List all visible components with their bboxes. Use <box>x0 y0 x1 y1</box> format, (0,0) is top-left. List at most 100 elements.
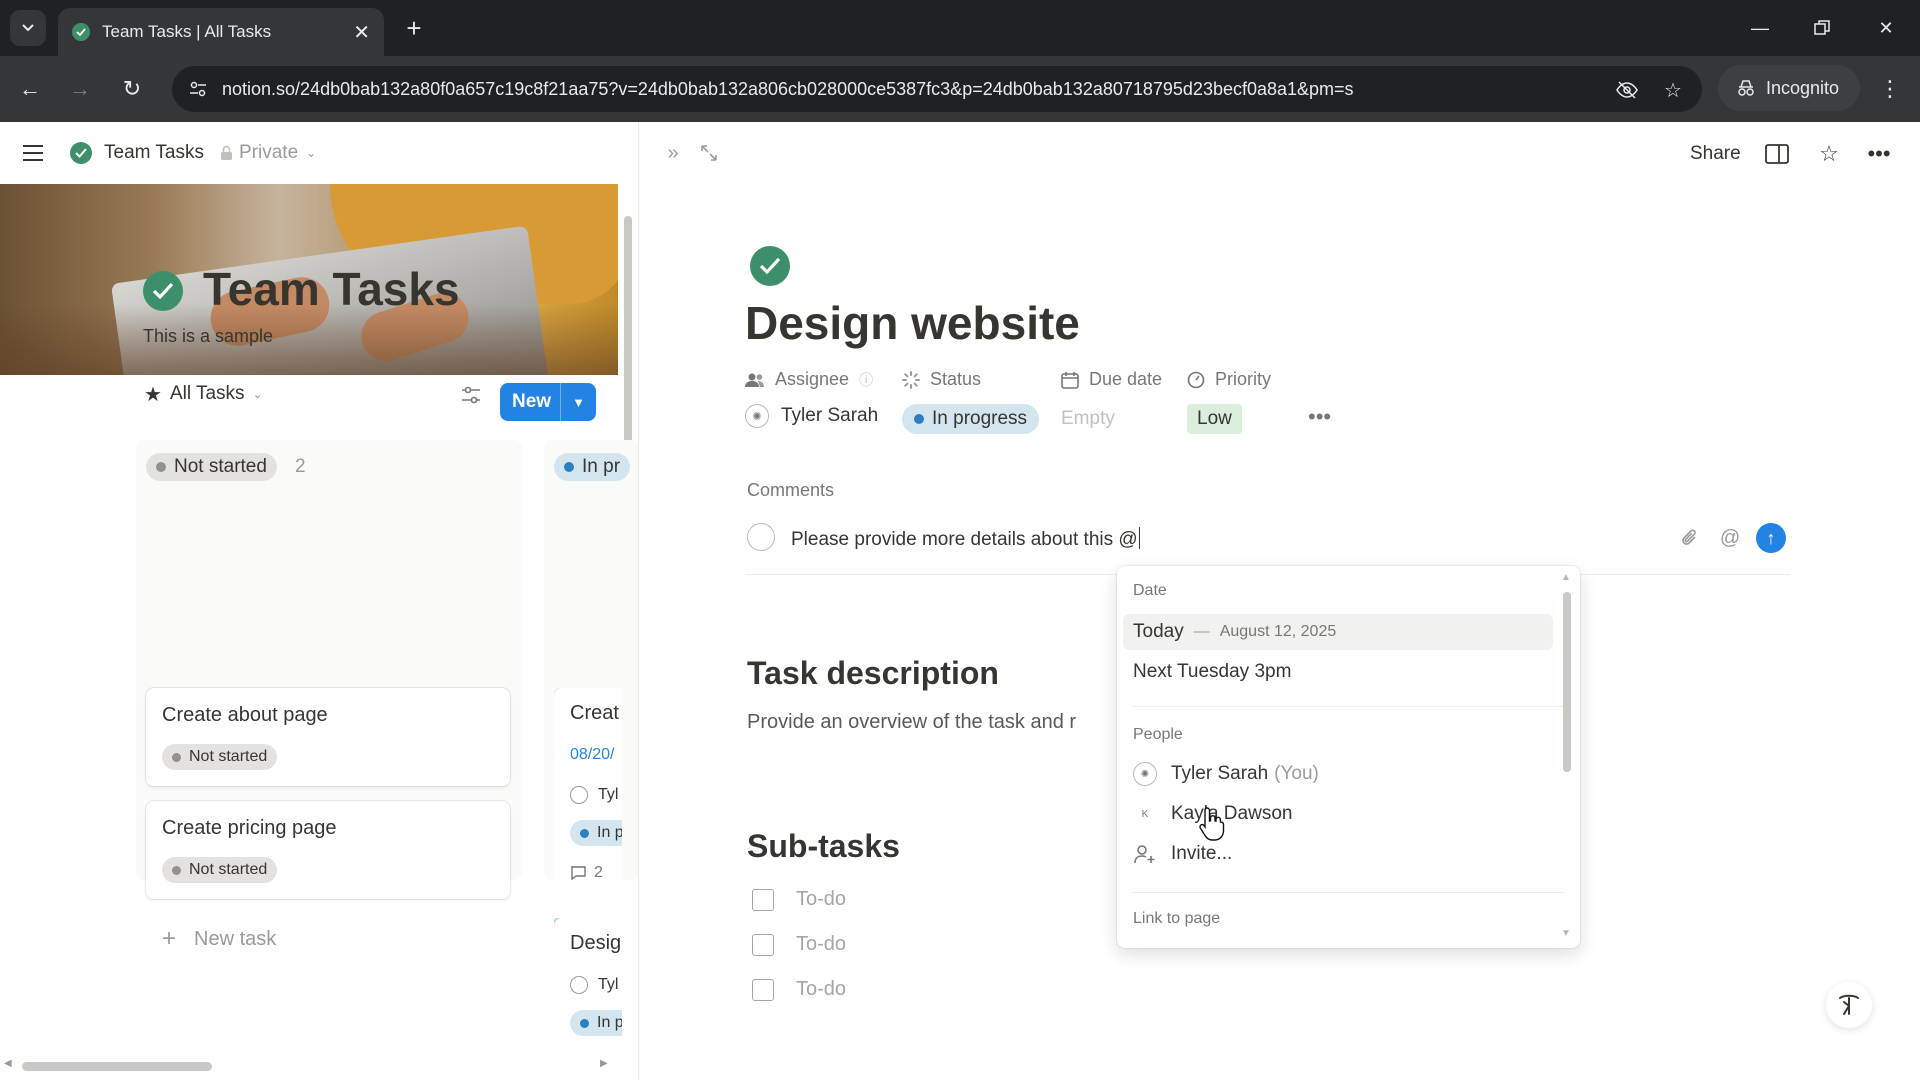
task-card[interactable]: Create pricing page Not started <box>146 801 510 899</box>
card-date: 08/20/ <box>570 746 615 763</box>
page-title[interactable]: Design website <box>745 296 1080 350</box>
menu-item-next-tuesday[interactable]: Next Tuesday 3pm <box>1123 654 1553 690</box>
bookmark-star-icon[interactable]: ☆ <box>1660 77 1686 103</box>
todo-item[interactable]: To-do <box>752 933 846 956</box>
chevron-down-icon <box>22 24 34 32</box>
people-icon <box>745 373 764 387</box>
mention-at-icon[interactable]: @ <box>1717 525 1743 551</box>
property-status-label[interactable]: Status <box>902 369 981 390</box>
menu-item-invite[interactable]: Invite... <box>1123 836 1553 872</box>
todo-checkbox[interactable] <box>752 888 774 911</box>
page-check-icon[interactable] <box>750 246 790 286</box>
close-tab-icon[interactable]: ✕ <box>353 20 370 45</box>
address-bar[interactable]: notion.so/24db0bab132a80f0a657c19c8f21aa… <box>172 66 1702 112</box>
scroll-down-arrow-icon[interactable]: ▼ <box>1561 928 1571 939</box>
new-record-button[interactable]: New ▼ <box>500 383 596 421</box>
more-options-icon[interactable]: ••• <box>1864 139 1894 169</box>
comment-input[interactable]: Please provide more details about this @ <box>791 527 1141 551</box>
tracking-protection-eye-icon[interactable] <box>1614 77 1640 103</box>
avatar: ✺ <box>1133 762 1157 786</box>
database-description[interactable]: This is a sample <box>143 326 273 347</box>
status-badge: Not started <box>162 744 278 770</box>
priority-value-badge[interactable]: Low <box>1187 404 1242 434</box>
property-priority-label[interactable]: Priority <box>1187 369 1271 390</box>
privacy-label: Private <box>239 142 299 163</box>
view-tab-all-tasks[interactable]: ★ All Tasks ⌄ <box>132 375 275 413</box>
menu-scrollbar[interactable] <box>1563 592 1571 772</box>
task-description-text[interactable]: Provide an overview of the task and r <box>747 711 1117 734</box>
todo-item[interactable]: To-do <box>752 978 846 1001</box>
menu-item-today[interactable]: Today — August 12, 2025 <box>1123 614 1553 650</box>
in-progress-cards-clip: Desig Tyl In p <box>554 918 622 1054</box>
column-header-in-progress[interactable]: In pr <box>554 451 631 483</box>
scroll-right-arrow-icon[interactable]: ▶ <box>600 1058 608 1069</box>
attachment-paperclip-icon[interactable] <box>1677 525 1703 551</box>
restore-window-button[interactable] <box>1802 10 1842 46</box>
browser-menu-icon[interactable]: ⋮ <box>1876 69 1904 109</box>
card-title: Creat <box>570 702 619 724</box>
property-due-date-label[interactable]: Due date <box>1061 369 1162 390</box>
forward-button[interactable]: → <box>60 69 100 109</box>
back-button[interactable]: ← <box>10 69 50 109</box>
menu-item-person-tyler[interactable]: ✺ Tyler Sarah (You) <box>1123 756 1553 792</box>
text-caret <box>1138 527 1141 549</box>
reload-button[interactable]: ↻ <box>112 69 152 109</box>
share-button[interactable]: Share <box>1690 143 1741 165</box>
sidebar-menu-icon[interactable] <box>20 140 46 166</box>
close-window-button[interactable]: ✕ <box>1866 10 1906 46</box>
property-assignee-label[interactable]: Assignee ⓘ <box>745 369 873 390</box>
expand-peek-icon[interactable] <box>694 138 724 168</box>
notion-ai-icon[interactable] <box>1826 982 1872 1028</box>
task-card[interactable]: Creat 08/20/ Tyl In p 2 <box>554 688 622 898</box>
status-value-badge[interactable]: In progress <box>902 404 1040 434</box>
status-badge: In pr <box>554 453 631 481</box>
new-task-button[interactable]: + New task <box>162 925 276 953</box>
new-options-chevron-icon[interactable]: ▼ <box>560 383 596 421</box>
hand-cursor-icon <box>1199 807 1225 841</box>
column-header-not-started[interactable]: Not started 2 <box>146 451 306 483</box>
breadcrumb-title[interactable]: Team Tasks <box>104 142 204 164</box>
in-progress-cards-clip: Creat 08/20/ Tyl In p 2 <box>554 688 622 898</box>
task-card-selected[interactable]: Desig Tyl In p <box>554 918 622 1054</box>
card-title: Create pricing page <box>162 817 337 839</box>
menu-item-person-kayla[interactable]: K Kayla Dawson <box>1123 796 1553 832</box>
view-tab-label: All Tasks <box>169 383 245 404</box>
due-date-value[interactable]: Empty <box>1061 408 1115 430</box>
card-assignee: Tyl <box>570 976 618 994</box>
comment-composer[interactable]: Please provide more details about this @… <box>745 519 1790 557</box>
side-peek-layout-icon[interactable] <box>1762 139 1792 169</box>
incognito-indicator[interactable]: Incognito <box>1718 65 1860 111</box>
todo-checkbox[interactable] <box>752 933 774 956</box>
chevron-down-icon: ⌄ <box>252 387 263 401</box>
horizontal-scrollbar[interactable] <box>22 1062 212 1071</box>
todo-item[interactable]: To-do <box>752 888 846 911</box>
menu-group-link-to-page: Link to page <box>1133 910 1221 927</box>
more-properties-icon[interactable]: ••• <box>1308 404 1331 430</box>
new-tab-button[interactable]: + <box>396 10 432 46</box>
task-description-heading[interactable]: Task description <box>747 655 999 692</box>
subtasks-heading[interactable]: Sub-tasks <box>747 828 900 865</box>
task-card[interactable]: Create about page Not started <box>146 688 510 786</box>
browser-tab-active[interactable]: Team Tasks | All Tasks ✕ <box>58 8 384 56</box>
assignee-value[interactable]: ✺ Tyler Sarah <box>745 404 878 428</box>
site-settings-icon[interactable] <box>186 77 210 101</box>
mention-dropdown: ▲ Date Today — August 12, 2025 Next Tues… <box>1117 566 1580 948</box>
close-peek-icon[interactable]: » <box>658 138 688 168</box>
privacy-selector[interactable]: Private ⌄ <box>220 142 316 164</box>
scroll-left-arrow-icon[interactable]: ◀ <box>4 1058 12 1069</box>
info-icon[interactable]: ⓘ <box>859 370 873 390</box>
invite-person-icon <box>1133 842 1157 866</box>
filter-settings-icon[interactable] <box>458 382 484 408</box>
status-badge: In p <box>570 820 622 846</box>
favorite-star-icon[interactable]: ☆ <box>1814 139 1844 169</box>
database-title[interactable]: Team Tasks <box>203 262 460 316</box>
todo-checkbox[interactable] <box>752 978 774 1001</box>
minimize-window-button[interactable]: — <box>1740 10 1780 46</box>
scroll-up-arrow-icon[interactable]: ▲ <box>1561 572 1571 583</box>
avatar <box>570 786 588 804</box>
status-badge: In p <box>570 1010 622 1036</box>
status-badge: Not started <box>146 453 277 481</box>
tab-title: Team Tasks | All Tasks <box>102 22 272 41</box>
send-comment-button[interactable]: ↑ <box>1756 523 1786 553</box>
tab-search-button[interactable] <box>10 10 46 46</box>
